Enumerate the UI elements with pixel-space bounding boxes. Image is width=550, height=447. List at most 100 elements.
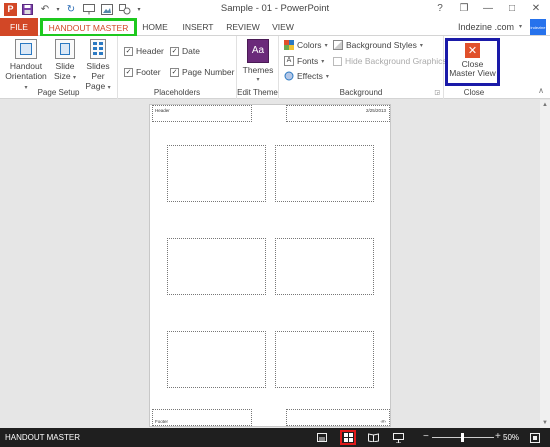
page-setup-group-label: Page Setup <box>37 88 80 97</box>
background-styles-button[interactable]: Background Styles ▾ <box>333 40 423 50</box>
colors-label: Colors <box>297 40 322 50</box>
chevron-down-icon: ▾ <box>325 73 329 80</box>
zoom-in-icon[interactable]: + <box>495 431 501 442</box>
zoom-out-icon[interactable]: − <box>423 431 429 442</box>
date-placeholder[interactable]: 2/25/2013 <box>286 105 390 122</box>
title-bar: P ↶ ▾ ↻ ▾ Sample - 01 - PowerPoint ? ❐ —… <box>0 0 550 18</box>
tab-file[interactable]: FILE <box>0 18 38 36</box>
colors-icon <box>284 40 294 50</box>
ribbon-display-options-icon[interactable]: ❐ <box>452 1 476 16</box>
hide-background-graphics-checkbox[interactable]: Hide Background Graphics <box>333 56 447 66</box>
check-icon: ✓ <box>170 67 179 77</box>
footer-checkbox-label: Footer <box>136 67 161 77</box>
status-bar: HANDOUT MASTER − + 50% <box>0 428 550 447</box>
check-icon: ✓ <box>124 67 133 77</box>
collapse-ribbon-icon[interactable]: ∧ <box>538 86 544 95</box>
group-edit-theme: Aa Themes ▾ Edit Theme <box>237 36 279 99</box>
avatar[interactable]: indezine <box>530 19 546 35</box>
slide-sorter-view-icon[interactable] <box>340 430 356 445</box>
scroll-up-icon[interactable]: ▲ <box>540 100 550 110</box>
fonts-label: Fonts <box>297 56 319 66</box>
slides-per-page-label-line1: Slides Per <box>86 61 110 81</box>
page-number-checkbox-label: Page Number <box>182 67 235 77</box>
tab-view[interactable]: VIEW <box>271 18 295 36</box>
slide-size-label: Size <box>54 71 71 81</box>
footer-placeholder-text: Footer <box>155 419 169 424</box>
slides-per-page-button[interactable]: Slides Per Page ▾ <box>80 39 116 93</box>
page-number-checkbox[interactable]: ✓ Page Number <box>170 67 234 77</box>
status-view-label: HANDOUT MASTER <box>5 433 80 442</box>
account-dropdown-icon[interactable]: ▾ <box>519 23 522 30</box>
slide-size-icon <box>55 39 75 59</box>
notes-icon[interactable] <box>315 431 329 444</box>
group-background: Colors ▾ A Fonts ▾ Effects ▾ Background Sty… <box>279 36 447 99</box>
scroll-down-icon[interactable]: ▼ <box>540 418 550 428</box>
handout-page[interactable]: Header 2/25/2013 Footer ‹#› <box>149 104 391 427</box>
footer-placeholder[interactable]: Footer <box>152 409 252 426</box>
effects-icon <box>284 71 294 81</box>
background-styles-icon <box>333 40 343 50</box>
fonts-icon: A <box>284 56 294 66</box>
colors-button[interactable]: Colors ▾ <box>284 40 328 50</box>
vertical-scrollbar[interactable]: ▲ ▼ <box>540 100 550 428</box>
checkbox-icon <box>333 56 342 66</box>
chevron-down-icon: ▾ <box>72 75 76 81</box>
maximize-icon[interactable]: □ <box>500 1 524 16</box>
slide-placeholder-6[interactable] <box>275 331 374 388</box>
slide-show-icon[interactable] <box>391 431 405 444</box>
slide-placeholder-5[interactable] <box>167 331 266 388</box>
date-placeholder-text: 2/25/2013 <box>365 108 386 113</box>
slide-placeholder-2[interactable] <box>275 145 374 202</box>
themes-icon: Aa <box>247 39 269 63</box>
header-placeholder[interactable]: Header <box>152 105 252 122</box>
tab-review[interactable]: REVIEW <box>225 18 261 36</box>
fonts-button[interactable]: A Fonts ▾ <box>284 56 324 66</box>
hide-background-graphics-label: Hide Background Graphics <box>345 56 447 66</box>
close-master-view-button[interactable]: ✕ Close Master View <box>445 38 500 86</box>
chevron-down-icon: ▾ <box>256 77 260 83</box>
zoom-slider-thumb[interactable] <box>461 433 464 442</box>
account-name[interactable]: Indezine .com <box>458 22 514 32</box>
slide-placeholder-1[interactable] <box>167 145 266 202</box>
chevron-down-icon: ▾ <box>419 42 423 49</box>
chevron-down-icon: ▾ <box>321 58 325 65</box>
themes-button[interactable]: Aa Themes ▾ <box>241 39 275 85</box>
dialog-launcher-icon[interactable]: ◲ <box>434 89 440 96</box>
header-placeholder-text: Header <box>155 108 170 113</box>
handout-orientation-label-line1: Handout <box>9 61 43 71</box>
tab-handout-master[interactable]: HANDOUT MASTER <box>40 18 137 37</box>
fit-to-window-icon[interactable] <box>528 431 542 444</box>
themes-label: Themes <box>242 65 274 75</box>
effects-label: Effects <box>297 71 323 81</box>
slide-size-label-line2: Size ▾ <box>54 71 76 83</box>
footer-checkbox[interactable]: ✓ Footer <box>124 67 161 77</box>
placeholders-group-label: Placeholders <box>153 88 201 97</box>
help-icon[interactable]: ? <box>428 1 452 16</box>
chevron-down-icon: ▾ <box>324 42 328 49</box>
minimize-icon[interactable]: — <box>476 1 500 16</box>
page-number-placeholder[interactable]: ‹#› <box>286 409 390 426</box>
close-window-icon[interactable]: ✕ <box>524 1 548 16</box>
header-checkbox[interactable]: ✓ Header <box>124 46 164 56</box>
close-group-label: Close <box>463 88 485 97</box>
handout-orientation-icon <box>15 39 37 59</box>
page-number-placeholder-text: ‹#› <box>380 419 387 424</box>
tab-home[interactable]: HOME <box>140 18 170 36</box>
background-group-label: Background <box>339 88 383 97</box>
slide-placeholder-4[interactable] <box>275 238 374 295</box>
edit-theme-group-label: Edit Theme <box>237 88 278 97</box>
date-checkbox-label: Date <box>182 46 200 56</box>
group-page-setup: Handout Orientation ▾ Slide Size ▾ Slide… <box>0 36 118 99</box>
reading-view-icon[interactable] <box>366 431 380 444</box>
handout-orientation-button[interactable]: Handout Orientation ▾ <box>3 39 49 93</box>
effects-button[interactable]: Effects ▾ <box>284 71 329 81</box>
tab-insert[interactable]: INSERT <box>180 18 216 36</box>
zoom-level[interactable]: 50% <box>503 433 519 442</box>
handout-orientation-label: Orientation <box>5 71 47 81</box>
slide-placeholder-3[interactable] <box>167 238 266 295</box>
check-icon: ✓ <box>170 46 179 56</box>
date-checkbox[interactable]: ✓ Date <box>170 46 200 56</box>
check-icon: ✓ <box>124 46 133 56</box>
slide-size-button[interactable]: Slide Size ▾ <box>51 39 79 83</box>
window-controls: ? ❐ — □ ✕ <box>428 1 548 16</box>
